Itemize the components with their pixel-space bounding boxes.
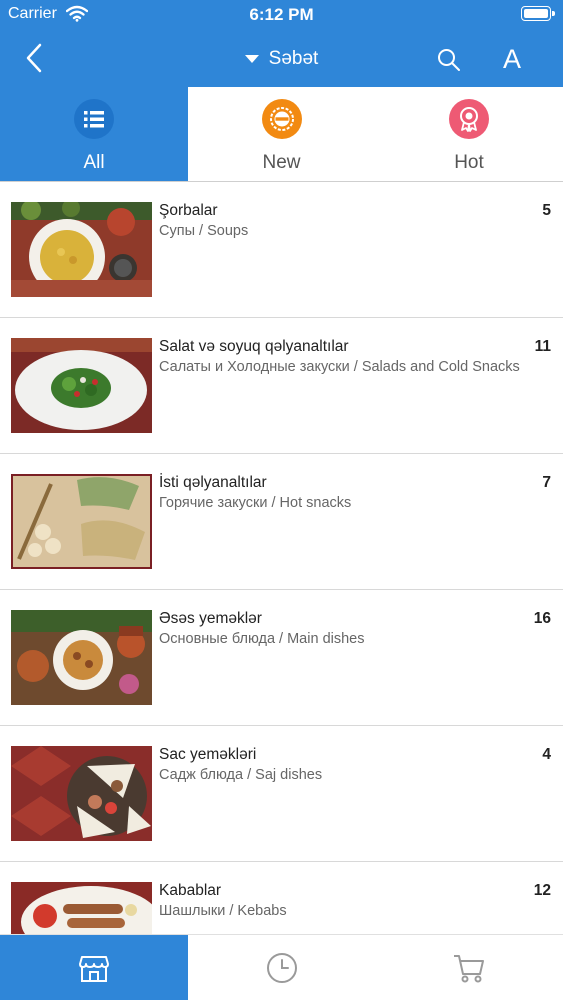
item-count: 7 — [542, 474, 551, 491]
clock-icon — [266, 953, 297, 983]
battery-icon — [521, 6, 555, 21]
category-row-main-dishes[interactable]: Əsəs yeməklər Основные блюда / Main dish… — [0, 590, 563, 726]
list-icon — [74, 99, 114, 139]
cart-icon — [454, 955, 484, 983]
category-row-saj-dishes[interactable]: Sac yeməkləri Садж блюда / Saj dishes 4 — [0, 726, 563, 862]
item-count: 5 — [542, 202, 551, 219]
category-subtitle: Салаты и Холодные закуски / Salads and C… — [159, 359, 520, 375]
category-row-kebabs[interactable]: Kabablar Шашлыки / Kebabs 12 — [0, 862, 563, 934]
bottom-tab-bar — [0, 934, 563, 1000]
bottom-tab-history[interactable] — [188, 935, 375, 1000]
tab-label: New — [262, 152, 301, 173]
category-title: Şorbalar — [159, 202, 218, 219]
store-icon — [79, 956, 109, 982]
category-list: Şorbalar Супы / Soups 5 Salat və soyuq q… — [0, 182, 563, 934]
category-title: Sac yeməkləri — [159, 746, 257, 763]
item-count: 16 — [533, 610, 551, 627]
kebabs-thumbnail — [11, 882, 152, 934]
bottom-tab-cart[interactable] — [375, 935, 563, 1000]
language-selector[interactable]: Səbət — [0, 48, 563, 70]
caret-down-icon — [244, 54, 259, 63]
tab-label: All — [83, 152, 105, 173]
filter-tabs: All New Hot — [0, 87, 563, 182]
category-title: Salat və soyuq qəlyanaltılar — [159, 338, 349, 355]
new-badge-icon — [261, 99, 302, 139]
tab-all[interactable]: All — [0, 87, 188, 181]
category-title: Əsəs yeməklər — [159, 610, 262, 627]
status-bar: Carrier 6:12 PM — [0, 0, 563, 30]
font-size-button[interactable]: A — [503, 44, 521, 75]
soup-thumbnail — [11, 202, 152, 297]
page-title: Səbət — [268, 48, 319, 69]
main-dishes-thumbnail — [11, 610, 152, 705]
status-time: 6:12 PM — [249, 5, 314, 24]
category-title: İsti qəlyanaltılar — [159, 474, 267, 491]
category-title: Kabablar — [159, 882, 222, 899]
search-button[interactable] — [436, 47, 462, 73]
app-header: Carrier 6:12 PM Səbət A — [0, 0, 563, 87]
nav-bar: Səbət A — [0, 30, 563, 87]
category-subtitle: Супы / Soups — [159, 223, 249, 239]
saj-dishes-thumbnail — [11, 746, 152, 841]
tab-label: Hot — [454, 152, 484, 173]
item-count: 11 — [534, 338, 551, 355]
category-row-soups[interactable]: Şorbalar Супы / Soups 5 — [0, 182, 563, 318]
tab-hot[interactable]: Hot — [375, 87, 563, 181]
category-subtitle: Основные блюда / Main dishes — [159, 631, 365, 647]
category-subtitle: Садж блюда / Saj dishes — [159, 767, 323, 783]
tab-new[interactable]: New — [188, 87, 375, 181]
item-count: 4 — [542, 746, 551, 763]
award-icon — [449, 99, 489, 139]
bottom-tab-menu[interactable] — [0, 935, 188, 1000]
item-count: 12 — [533, 882, 551, 899]
category-row-hot-snacks[interactable]: İsti qəlyanaltılar Горячие закуски / Hot… — [0, 454, 563, 590]
category-subtitle: Шашлыки / Kebabs — [159, 903, 287, 919]
hot-snacks-thumbnail — [11, 474, 152, 569]
category-subtitle: Горячие закуски / Hot snacks — [159, 495, 352, 511]
salad-thumbnail — [11, 338, 152, 433]
category-row-salads[interactable]: Salat və soyuq qəlyanaltılar Салаты и Хо… — [0, 318, 563, 454]
